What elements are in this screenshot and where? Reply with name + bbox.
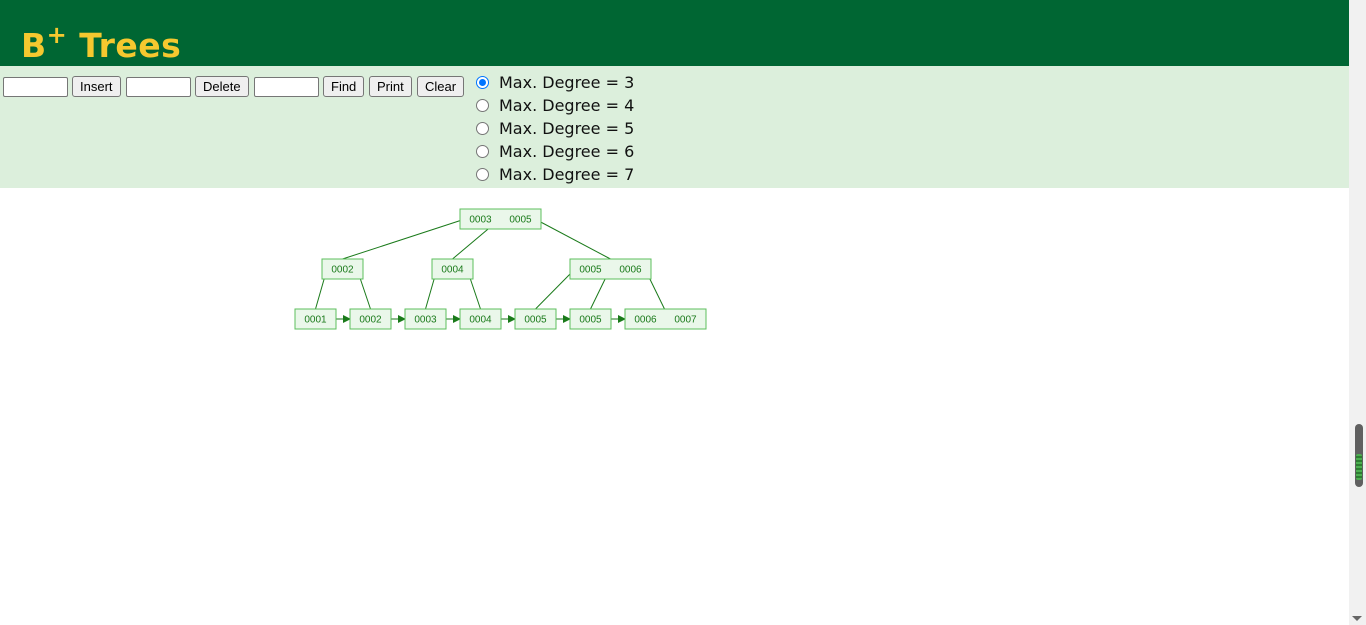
degree-radio-6[interactable] xyxy=(476,144,489,158)
insert-input[interactable] xyxy=(3,77,68,97)
degree-label-3: Max. Degree = 3 xyxy=(499,72,635,92)
scrollbar-thumb[interactable] xyxy=(1355,424,1363,487)
tree-internal-node: 0004 xyxy=(431,258,474,280)
degree-label-6: Max. Degree = 6 xyxy=(499,141,635,161)
tree-edge xyxy=(534,218,611,260)
tree-leaf-node-key: 0005 xyxy=(579,315,602,326)
tree-leaf-node-key: 0005 xyxy=(524,315,547,326)
print-button[interactable]: Print xyxy=(369,76,412,97)
tree-internal-node-key: 0002 xyxy=(331,265,354,276)
tree-root-node: 0003 0005 xyxy=(459,208,542,230)
scroll-down-arrow-icon[interactable] xyxy=(1352,616,1362,621)
page-title: B+ Trees xyxy=(21,21,182,65)
degree-radio-4[interactable] xyxy=(476,98,489,112)
delete-button[interactable]: Delete xyxy=(195,76,249,97)
degree-option-3[interactable]: Max. Degree = 3 xyxy=(476,71,634,93)
tree-leaf-node: 0001 xyxy=(294,308,337,330)
clear-button[interactable]: Clear xyxy=(417,76,465,97)
tree-leaf-node: 0002 xyxy=(349,308,392,330)
find-button[interactable]: Find xyxy=(323,76,365,97)
control-panel: Insert Delete Find Print Clear Max. Degr… xyxy=(0,66,1349,188)
tree-canvas: 0003 0005 0002 0004 0005 0006 0001 0002 0003 0004… xyxy=(294,208,707,330)
degree-radio-3[interactable] xyxy=(476,75,489,89)
degree-option-4[interactable]: Max. Degree = 4 xyxy=(476,94,634,116)
app-window: B+ Trees Insert Delete Find Print Clear … xyxy=(0,0,1366,625)
tree-leaf-node-key: 0003 xyxy=(414,315,437,326)
tree-leaf-node: 0003 xyxy=(404,308,447,330)
tree-internal-node: 0005 0006 xyxy=(569,258,652,280)
tree-edge xyxy=(342,218,466,260)
tree-leaf-node-key: 0001 xyxy=(304,315,327,326)
tree-internal-node-key: 0006 xyxy=(619,265,642,276)
insert-button[interactable]: Insert xyxy=(72,76,121,97)
tree-leaf-node: 0004 xyxy=(459,308,502,330)
degree-option-5[interactable]: Max. Degree = 5 xyxy=(476,117,634,139)
delete-input[interactable] xyxy=(126,77,191,97)
tree-leaf-node: 0006 0007 xyxy=(624,308,707,330)
scrollbar-grip-icon xyxy=(1356,454,1362,480)
tree-leaf-node: 0005 xyxy=(569,308,612,330)
degree-label-4: Max. Degree = 4 xyxy=(499,95,635,115)
tree-internal-node: 0002 xyxy=(321,258,364,280)
tree-leaf-node-key: 0002 xyxy=(359,315,382,326)
degree-radio-7[interactable] xyxy=(476,167,489,181)
tree-edge xyxy=(535,268,576,310)
tree-internal-node-key: 0004 xyxy=(441,265,464,276)
degree-label-7: Max. Degree = 7 xyxy=(499,164,635,184)
degree-option-7[interactable]: Max. Degree = 7 xyxy=(476,163,634,185)
vertical-scrollbar[interactable] xyxy=(1349,0,1366,625)
degree-label-5: Max. Degree = 5 xyxy=(499,118,635,138)
degree-radio-5[interactable] xyxy=(476,121,489,135)
degree-option-6[interactable]: Max. Degree = 6 xyxy=(476,140,634,162)
tree-root-node-key: 0005 xyxy=(509,215,532,226)
tree-leaf-node-key: 0006 xyxy=(634,315,657,326)
header-bar: B+ Trees xyxy=(0,0,1349,66)
tree-internal-node-key: 0005 xyxy=(579,265,602,276)
tree-leaf-node-key: 0004 xyxy=(469,315,492,326)
tree-root-node-key: 0003 xyxy=(469,215,492,226)
find-input[interactable] xyxy=(254,77,319,97)
tree-leaf-node-key: 0007 xyxy=(674,315,697,326)
tree-leaf-node: 0005 xyxy=(514,308,557,330)
